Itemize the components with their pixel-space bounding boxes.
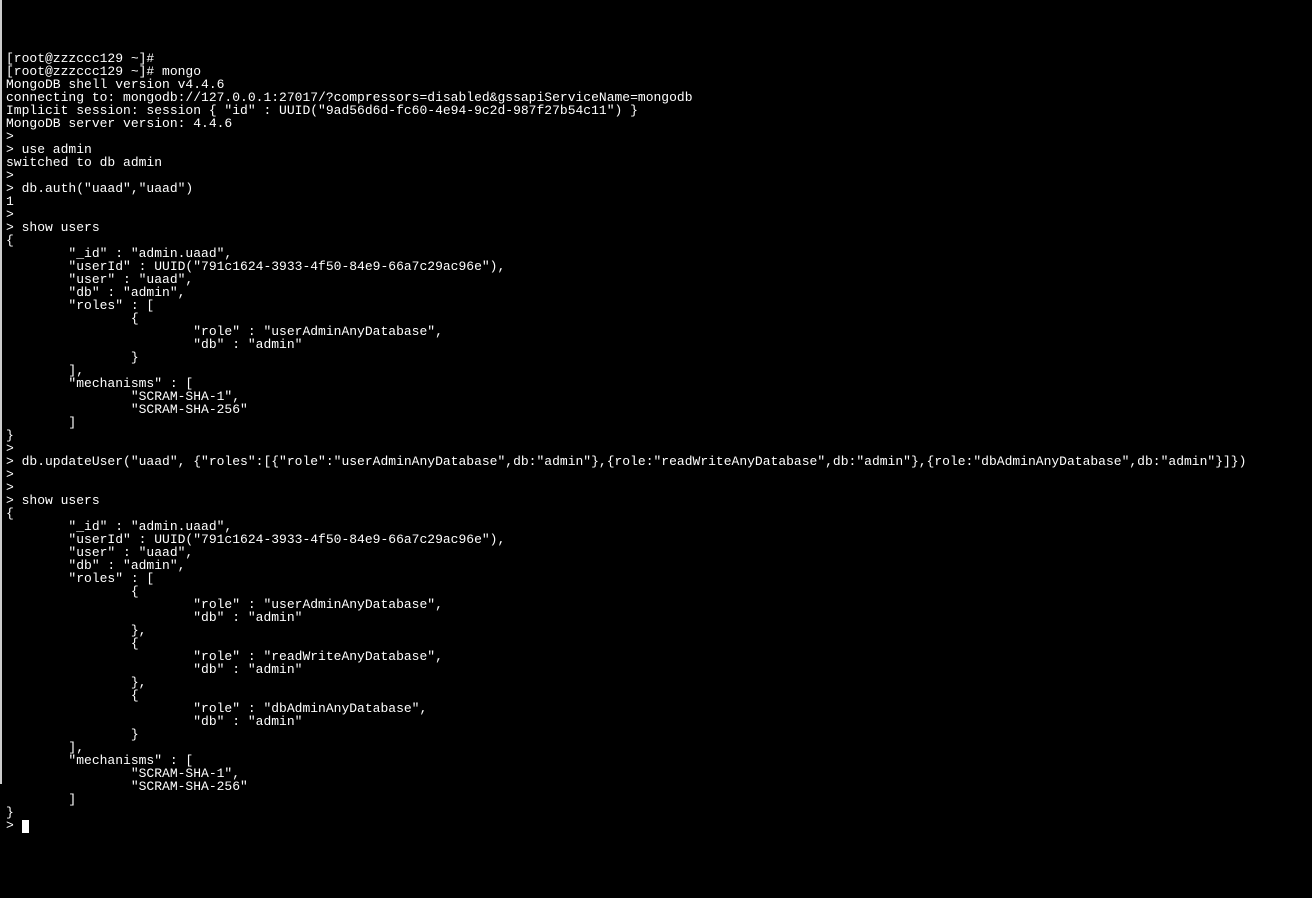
terminal-line: MongoDB server version: 4.4.6: [6, 116, 232, 131]
terminal-output[interactable]: [root@zzzccc129 ~]# [root@zzzccc129 ~]# …: [6, 52, 1308, 833]
terminal-line: > db.auth("uaad","uaad"): [6, 181, 193, 196]
cursor-icon: [22, 820, 29, 833]
terminal-line: > db.updateUser("uaad", {"roles":[{"role…: [6, 454, 1246, 469]
terminal-line: ]: [6, 415, 76, 430]
terminal-line: >: [6, 818, 22, 833]
terminal-line: > show users: [6, 220, 100, 235]
terminal-line: switched to db admin: [6, 155, 162, 170]
terminal-line: ]: [6, 792, 76, 807]
terminal-line: > show users: [6, 493, 100, 508]
